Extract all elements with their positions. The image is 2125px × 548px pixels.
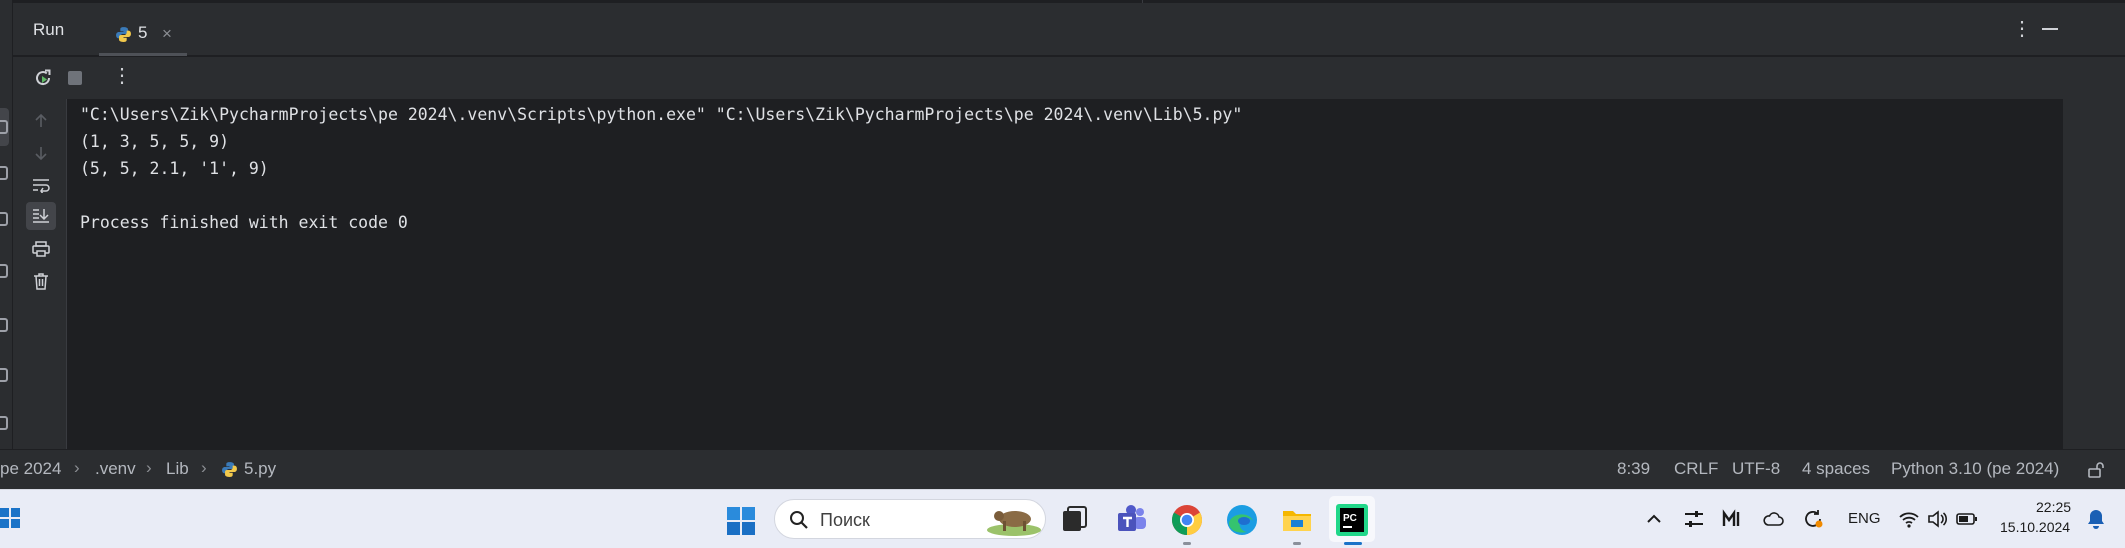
- stop-icon[interactable]: [68, 71, 82, 85]
- problems-tool-icon[interactable]: [0, 264, 8, 278]
- breadcrumb-separator-icon: ›: [201, 458, 207, 477]
- edge-icon[interactable]: [1225, 503, 1259, 537]
- search-placeholder: Поиск: [820, 510, 870, 530]
- more-options-icon[interactable]: ⋮: [2012, 16, 2032, 41]
- indent-settings[interactable]: 4 spaces: [1802, 459, 1870, 479]
- run-toolbar: ⋮: [13, 57, 2125, 99]
- console-line: (1, 3, 5, 5, 9): [80, 132, 230, 151]
- python-icon: [116, 27, 131, 42]
- tool-window-stripe: [0, 0, 13, 449]
- explorer-running-indicator: [1293, 542, 1301, 545]
- tab-selected-underline: [99, 53, 187, 56]
- run-tool-header: Run 5 × ⋮: [13, 0, 2125, 56]
- console-output[interactable]: "C:\Users\Zik\PycharmProjects\pe 2024\.v…: [67, 99, 2063, 449]
- file-explorer-icon[interactable]: [1280, 503, 1314, 537]
- volume-icon[interactable]: [1926, 508, 1948, 530]
- pycharm-active-indicator: [1344, 542, 1362, 545]
- run-tool-icon[interactable]: [0, 120, 8, 134]
- run-config-tab[interactable]: 5 ×: [99, 4, 187, 56]
- clock-time[interactable]: 22:25: [2036, 499, 2071, 515]
- version-control-icon[interactable]: [0, 368, 8, 382]
- chrome-icon[interactable]: [1170, 503, 1204, 537]
- chrome-running-indicator: [1183, 542, 1191, 545]
- clock-date[interactable]: 15.10.2024: [2000, 519, 2070, 535]
- hide-panel-icon[interactable]: [2042, 28, 2058, 30]
- console-line-exit: Process finished with exit code 0: [80, 213, 408, 232]
- status-bar: pe 2024 › .venv › Lib › 5.py 8:39 CRLF U…: [0, 449, 2125, 489]
- toolbar-more-icon[interactable]: ⋮: [112, 63, 132, 88]
- python-interpreter[interactable]: Python 3.10 (pe 2024): [1891, 459, 2059, 479]
- services-tool-icon[interactable]: [0, 318, 8, 332]
- breadcrumb-venv[interactable]: .venv: [95, 459, 136, 479]
- python-packages-icon[interactable]: [0, 166, 8, 180]
- down-stack-frame-icon[interactable]: [26, 139, 56, 167]
- file-encoding[interactable]: UTF-8: [1732, 459, 1780, 479]
- scroll-to-end-icon[interactable]: [26, 202, 56, 230]
- breadcrumb-lib[interactable]: Lib: [166, 459, 189, 479]
- wifi-icon[interactable]: [1898, 508, 1920, 530]
- task-view-icon[interactable]: [1058, 503, 1092, 537]
- console-line-command: "C:\Users\Zik\PycharmProjects\pe 2024\.v…: [80, 105, 1243, 124]
- svg-text:PC: PC: [1343, 513, 1357, 524]
- search-icon: [790, 511, 808, 529]
- breadcrumb-project[interactable]: pe 2024: [0, 459, 61, 479]
- teams-icon[interactable]: [1115, 503, 1149, 537]
- caret-position[interactable]: 8:39: [1617, 459, 1650, 479]
- header-top-border: [13, 0, 2125, 3]
- input-language[interactable]: ENG: [1848, 510, 1881, 527]
- chevron-up-icon[interactable]: [1643, 508, 1665, 530]
- windows-taskbar: Поиск PC ENG 22:25 15.10.2024: [0, 489, 2125, 548]
- onedrive-cloud-icon[interactable]: [1762, 508, 1784, 530]
- soft-wrap-icon[interactable]: [26, 171, 56, 199]
- settings-sliders-icon[interactable]: [1683, 508, 1705, 530]
- battery-icon[interactable]: [1956, 508, 1978, 530]
- header-separator: [1142, 0, 1143, 3]
- tab-label: 5: [138, 23, 148, 42]
- breadcrumb-file[interactable]: 5.py: [244, 459, 276, 479]
- run-panel-title: Run: [33, 20, 65, 39]
- todo-tool-icon[interactable]: [0, 416, 8, 430]
- windows-start-icon[interactable]: [726, 506, 756, 536]
- notification-bell-icon[interactable]: [2085, 508, 2107, 530]
- rerun-icon[interactable]: [32, 67, 54, 89]
- pycharm-icon[interactable]: PC: [1335, 503, 1369, 537]
- terminal-tool-icon[interactable]: [0, 212, 8, 226]
- unlock-icon[interactable]: [2087, 461, 2105, 479]
- clear-all-trash-icon[interactable]: [26, 267, 56, 295]
- line-separator[interactable]: CRLF: [1674, 459, 1718, 479]
- search-highlight-deco-icon: [987, 511, 1041, 536]
- mailbox-icon[interactable]: [1722, 508, 1744, 530]
- close-tab-icon[interactable]: ×: [162, 24, 172, 44]
- taskbar-search[interactable]: Поиск: [774, 499, 1046, 539]
- console-right-margin: [2063, 99, 2125, 449]
- sync-update-icon[interactable]: [1802, 508, 1824, 530]
- console-line: (5, 5, 2.1, '1', 9): [80, 159, 269, 178]
- print-icon[interactable]: [26, 235, 56, 263]
- python-file-icon: [222, 462, 237, 477]
- show-desktop-fragment-icon[interactable]: [0, 507, 22, 529]
- up-stack-frame-icon[interactable]: [26, 107, 56, 135]
- console-gutter: [13, 99, 67, 449]
- breadcrumb-separator-icon: ›: [74, 458, 80, 477]
- breadcrumb-separator-icon: ›: [146, 458, 152, 477]
